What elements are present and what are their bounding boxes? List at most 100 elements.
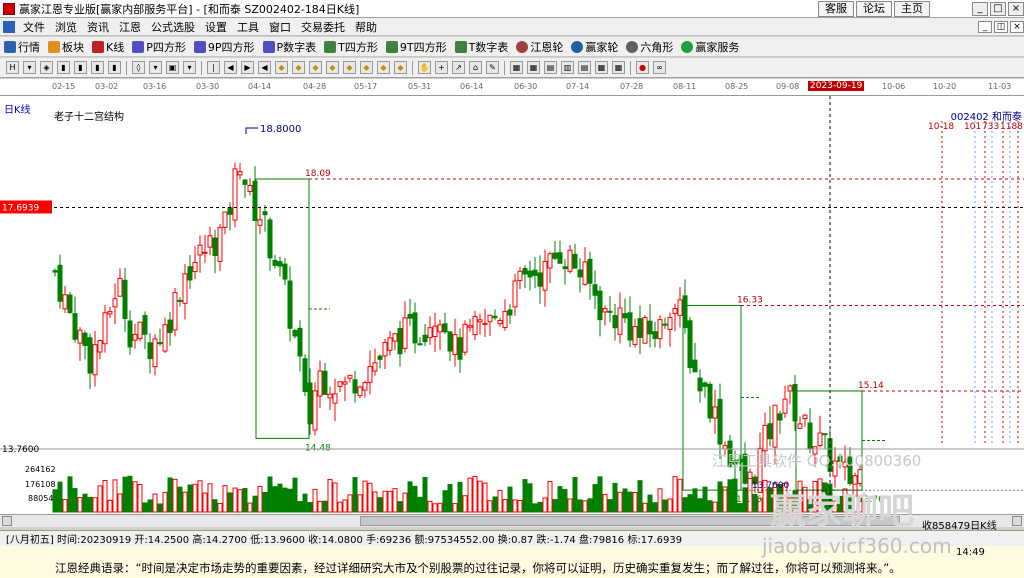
tool-p-square[interactable]: P四方形 [128, 39, 190, 55]
draw-tool-28-icon[interactable]: ▦ [510, 61, 523, 74]
draw-tool-6-icon[interactable]: ▮ [108, 61, 121, 74]
candle-body [107, 311, 113, 315]
tool-9t-square[interactable]: 9T四方形 [382, 39, 451, 55]
candle-body [292, 329, 298, 337]
draw-tool-10-icon[interactable]: ▾ [183, 61, 196, 74]
draw-tool-12-icon[interactable]: ◀ [224, 61, 237, 74]
draw-tool-15-icon[interactable]: ◆ [275, 61, 288, 74]
menu-window[interactable]: 窗口 [264, 19, 296, 35]
candle-body [442, 323, 448, 333]
menu-bar: 文件 浏览 资讯 江恩 公式选股 设置 工具 窗口 交易委托 帮助 _ ◫ × [0, 18, 1024, 36]
tool-p-table[interactable]: P数字表 [259, 39, 321, 55]
draw-tool-11-icon[interactable]: | [207, 61, 220, 74]
candle-body [262, 211, 268, 216]
draw-tool-31-icon[interactable]: ▥ [561, 61, 574, 74]
draw-tool-5-icon[interactable]: ▮ [91, 61, 104, 74]
draw-tool-16-icon[interactable]: ◆ [292, 61, 305, 74]
kefu-button[interactable]: 客服 [818, 0, 854, 17]
candle-body [497, 319, 503, 325]
candle-body [277, 261, 283, 267]
t-table-icon [454, 40, 467, 53]
menu-settings[interactable]: 设置 [200, 19, 232, 35]
candle-body [432, 325, 438, 337]
draw-tool-8-icon[interactable]: ▾ [149, 61, 162, 74]
draw-tool-29-icon[interactable]: ▦ [527, 61, 540, 74]
candle-body [367, 366, 373, 383]
draw-tool-25-icon[interactable]: ↗ [452, 61, 465, 74]
draw-tool-9-icon[interactable]: ▣ [166, 61, 179, 74]
volume-bar [352, 477, 358, 513]
draw-tool-4-icon[interactable]: ▮ [74, 61, 87, 74]
box2-bottom-label: 13.76 [736, 495, 762, 505]
draw-tool-33-icon[interactable]: ▦ [595, 61, 608, 74]
volume-bar [377, 497, 383, 513]
home-button[interactable]: 主页 [894, 0, 930, 17]
tool-t-square[interactable]: T四方形 [320, 39, 382, 55]
draw-tool-20-icon[interactable]: ◆ [360, 61, 373, 74]
scroll-left-icon[interactable] [2, 516, 12, 526]
volume-bar [617, 491, 623, 513]
mdi-close-icon[interactable]: × [1010, 20, 1024, 33]
draw-tool-7-icon[interactable]: ◊ [132, 61, 145, 74]
tool-quotes[interactable]: 行情 [0, 39, 44, 55]
tool-sector[interactable]: 板块 [44, 39, 88, 55]
volume-bar [382, 490, 388, 513]
draw-tool-26-icon[interactable]: ⌂ [469, 61, 482, 74]
date-tick: 07-28 [620, 82, 644, 91]
scroll-right-icon[interactable] [1012, 516, 1022, 526]
tool-hexagon[interactable]: 六角形 [622, 39, 677, 55]
volume-bar [477, 480, 483, 513]
app-menu-icon[interactable] [3, 20, 15, 33]
draw-tool-32-icon[interactable]: ▤ [578, 61, 591, 74]
tool-gann-wheel[interactable]: 江恩轮 [512, 39, 567, 55]
draw-tool-2-icon[interactable]: ◈ [40, 61, 53, 74]
draw-tool-35-icon[interactable]: ● [636, 61, 649, 74]
volume-bar [112, 479, 118, 513]
tool-winner-wheel[interactable]: 赢家轮 [567, 39, 622, 55]
menu-help[interactable]: 帮助 [350, 19, 382, 35]
candle-body [587, 258, 593, 284]
draw-tool-30-icon[interactable]: ▤ [544, 61, 557, 74]
candle-body [672, 307, 678, 314]
candle-body [82, 332, 88, 346]
tool-t-table[interactable]: T数字表 [451, 39, 513, 55]
volume-bar [672, 476, 678, 513]
draw-tool-23-icon[interactable]: ✋ [418, 61, 431, 74]
draw-tool-17-icon[interactable]: ◆ [309, 61, 322, 74]
candle-body [462, 323, 468, 353]
menu-browse[interactable]: 浏览 [50, 19, 82, 35]
mdi-minimize-icon[interactable]: _ [978, 20, 992, 33]
draw-tool-22-icon[interactable]: ◆ [394, 61, 407, 74]
draw-tool-14-icon[interactable]: ◀ [258, 61, 271, 74]
volume-bar [527, 483, 533, 513]
menu-tools[interactable]: 工具 [232, 19, 264, 35]
tool-9p-square[interactable]: 9P四方形 [190, 39, 259, 55]
tool-kline[interactable]: K线 [88, 39, 128, 55]
tool-service[interactable]: 赢家服务 [677, 39, 743, 55]
draw-tool-1-icon[interactable]: ▾ [23, 61, 36, 74]
draw-tool-13-icon[interactable]: ▶ [241, 61, 254, 74]
candle-body [287, 280, 293, 329]
forum-button[interactable]: 论坛 [856, 0, 892, 17]
draw-tool-21-icon[interactable]: ◆ [377, 61, 390, 74]
draw-tool-19-icon[interactable]: ◆ [343, 61, 356, 74]
menu-trade[interactable]: 交易委托 [296, 19, 350, 35]
draw-tool-36-icon[interactable]: ∞ [653, 61, 666, 74]
menu-gann[interactable]: 江恩 [114, 19, 146, 35]
close-icon[interactable]: × [1008, 1, 1024, 16]
menu-info[interactable]: 资讯 [82, 19, 114, 35]
draw-tool-18-icon[interactable]: ◆ [326, 61, 339, 74]
draw-tool-0-icon[interactable]: H [6, 61, 19, 74]
draw-tool-34-icon[interactable]: ▦ [612, 61, 625, 74]
minimize-icon[interactable]: _ [972, 1, 988, 16]
draw-tool-24-icon[interactable]: + [435, 61, 448, 74]
candle-body [257, 219, 263, 226]
volume-bar [52, 489, 58, 513]
maximize-icon[interactable]: □ [990, 1, 1006, 16]
draw-tool-3-icon[interactable]: ▮ [57, 61, 70, 74]
candle-body [767, 423, 773, 440]
draw-tool-27-icon[interactable]: ✎ [486, 61, 499, 74]
menu-file[interactable]: 文件 [18, 19, 50, 35]
mdi-restore-icon[interactable]: ◫ [994, 20, 1008, 33]
menu-formula[interactable]: 公式选股 [146, 19, 200, 35]
